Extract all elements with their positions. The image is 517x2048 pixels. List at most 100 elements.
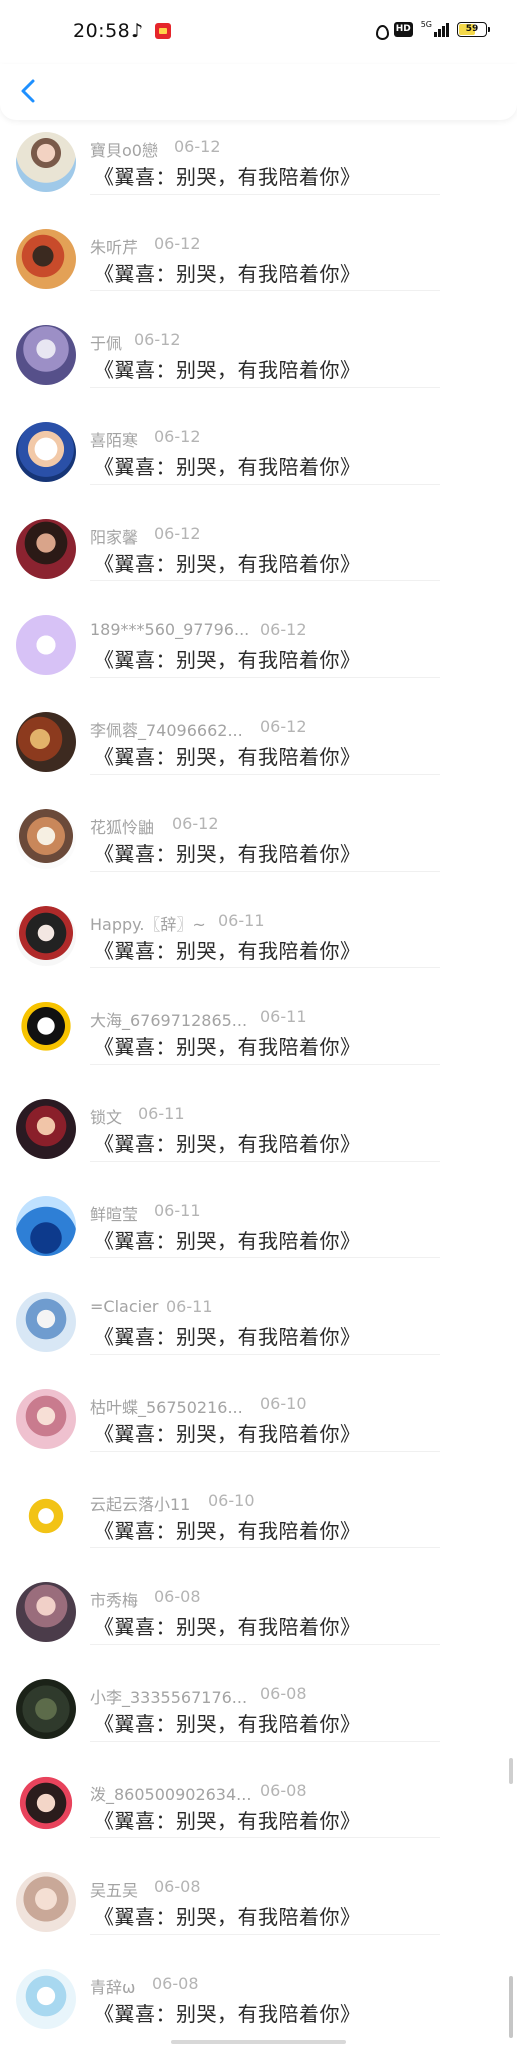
avatar[interactable] <box>16 1872 76 1933</box>
avatar[interactable] <box>16 1002 76 1063</box>
username[interactable]: 寶貝o0戀 <box>90 137 158 161</box>
comment-list[interactable]: 寶貝o0戀 06-12 《翼喜：别哭，有我陪着你》 朱听芹 06-12 《翼喜：别哭，有我… <box>0 97 517 2031</box>
avatar[interactable] <box>16 808 76 869</box>
username[interactable]: 于佩 <box>90 330 122 354</box>
username[interactable]: 喜陌寒 <box>90 427 138 451</box>
username[interactable]: 吴五吴 <box>90 1877 138 1901</box>
avatar[interactable] <box>16 1969 76 2030</box>
avatar[interactable] <box>16 1292 76 1353</box>
comment-text: 《翼喜：别哭，有我陪着你》 <box>94 648 361 673</box>
comment-date: 06-10 <box>208 1490 255 1510</box>
username[interactable]: 189***560_97796... <box>90 620 249 639</box>
username[interactable]: 花狐怜鼬 <box>90 814 154 838</box>
avatar[interactable] <box>16 615 76 676</box>
comment-text: 《翼喜：别哭，有我陪着你》 <box>94 358 361 383</box>
network-label: 5G <box>420 20 432 29</box>
comment-row[interactable]: 阳家馨 06-12 《翼喜：别哭，有我陪着你》 <box>0 483 517 581</box>
comment-row[interactable]: 喜陌寒 06-12 《翼喜：别哭，有我陪着你》 <box>0 387 517 484</box>
comment-row[interactable]: 锁文 06-11 《翼喜：别哭，有我陪着你》 <box>0 1063 517 1161</box>
comment-date: 06-11 <box>218 910 265 930</box>
comment-row[interactable]: 朱听芹 06-12 《翼喜：别哭，有我陪着你》 <box>0 193 517 291</box>
avatar[interactable] <box>16 1388 76 1449</box>
comment-row[interactable]: 于佩 06-12 《翼喜：别哭，有我陪着你》 <box>0 290 517 387</box>
back-button[interactable] <box>14 76 44 106</box>
username[interactable]: 青辞ω <box>90 1974 135 1998</box>
hd-icon: HD <box>393 21 413 37</box>
water-drop-icon <box>375 22 389 40</box>
red-app-icon <box>155 23 171 39</box>
avatar[interactable] <box>16 518 76 579</box>
username[interactable]: 市秀梅 <box>90 1587 138 1611</box>
avatar[interactable] <box>16 1195 76 1256</box>
username[interactable]: 锁文 <box>90 1104 122 1128</box>
avatar[interactable] <box>16 1485 76 1546</box>
avatar[interactable] <box>16 712 76 773</box>
comment-text: 《翼喜：别哭，有我陪着你》 <box>94 1131 361 1156</box>
comment-text: 《翼喜：别哭，有我陪着你》 <box>94 1615 361 1640</box>
comment-text: 《翼喜：别哭，有我陪着你》 <box>94 1325 361 1350</box>
scrollbar-thumb-bottom[interactable] <box>509 1976 513 2038</box>
comment-date: 06-11 <box>138 1103 185 1123</box>
comment-row[interactable]: 花狐怜鼬 06-12 《翼喜：别哭，有我陪着你》 <box>0 773 517 871</box>
comment-row[interactable]: 云起云落小11 06-10 《翼喜：别哭，有我陪着你》 <box>0 1450 517 1548</box>
comment-row[interactable]: 李佩蓉_74096662... 06-12 《翼喜：别哭，有我陪着你》 <box>0 677 517 774</box>
comment-row[interactable]: 青辞ω 06-08 《翼喜：别哭，有我陪着你》 <box>0 1934 517 2031</box>
comment-text: 《翼喜：别哭，有我陪着你》 <box>94 841 361 866</box>
comment-row[interactable]: 189***560_97796... 06-12 《翼喜：别哭，有我陪着你》 <box>0 580 517 677</box>
comment-text: 《翼喜：别哭，有我陪着你》 <box>94 551 361 576</box>
row-divider <box>90 1257 440 1259</box>
username[interactable]: =Clacier <box>90 1297 159 1316</box>
row-divider <box>90 387 440 389</box>
avatar[interactable] <box>16 905 76 966</box>
comment-row[interactable]: 小李_3335567176... 06-08 《翼喜：别哭，有我陪着你》 <box>0 1644 517 1741</box>
row-divider <box>90 1547 440 1549</box>
comment-text: 《翼喜：别哭，有我陪着你》 <box>94 1228 361 1253</box>
username[interactable]: 李佩蓉_74096662... <box>90 717 243 741</box>
comment-row[interactable]: Happy.〖辞〗~ 06-11 《翼喜：别哭，有我陪着你》 <box>0 870 517 968</box>
avatar[interactable] <box>16 1098 76 1159</box>
username[interactable]: 阳家馨 <box>90 524 138 548</box>
comment-row[interactable]: 吴五吴 06-08 《翼喜：别哭，有我陪着你》 <box>0 1837 517 1934</box>
username[interactable]: 云起云落小11 <box>90 1491 190 1515</box>
comment-row[interactable]: 泼_860500902634... 06-08 《翼喜：别哭，有我陪着你》 <box>0 1740 517 1838</box>
comment-row[interactable]: 鲜暄莹 06-11 《翼喜：别哭，有我陪着你》 <box>0 1160 517 1258</box>
username[interactable]: 朱听芹 <box>90 234 138 258</box>
avatar[interactable] <box>16 1679 76 1739</box>
username[interactable]: 泼_860500902634... <box>90 1781 251 1805</box>
comment-date: 06-12 <box>154 427 201 447</box>
avatar[interactable] <box>16 132 76 192</box>
comment-row[interactable]: 枯叶蝶_56750216... 06-10 《翼喜：别哭，有我陪着你》 <box>0 1353 517 1451</box>
chevron-left-icon <box>21 79 35 103</box>
avatar[interactable] <box>16 228 76 289</box>
home-indicator[interactable] <box>171 2040 346 2044</box>
avatar[interactable] <box>16 325 76 386</box>
username[interactable]: 大海_6769712865... <box>90 1007 247 1031</box>
row-divider <box>90 1837 440 1839</box>
comment-row[interactable]: 市秀梅 06-08 《翼喜：别哭，有我陪着你》 <box>0 1547 517 1644</box>
username[interactable]: Happy.〖辞〗~ <box>90 911 206 935</box>
music-note-icon: ♪ <box>131 20 144 42</box>
comment-date: 06-11 <box>260 1007 307 1027</box>
comment-row[interactable]: 大海_6769712865... 06-11 《翼喜：别哭，有我陪着你》 <box>0 967 517 1064</box>
username[interactable]: 枯叶蝶_56750216... <box>90 1394 243 1418</box>
comment-text: 《翼喜：别哭，有我陪着你》 <box>94 1905 361 1930</box>
avatar[interactable] <box>16 1775 76 1836</box>
avatar[interactable] <box>16 1582 76 1643</box>
row-divider <box>90 1353 440 1355</box>
row-divider <box>90 580 440 582</box>
username[interactable]: 鲜暄莹 <box>90 1201 138 1225</box>
scrollbar-thumb[interactable] <box>509 1758 513 1784</box>
row-divider <box>90 1160 440 1162</box>
signal-icon: 5G <box>421 21 449 37</box>
comment-row[interactable]: =Clacier 06-11 《翼喜：别哭，有我陪着你》 <box>0 1257 517 1354</box>
status-bar: 20:58 ♪ HD 5G 59 <box>0 0 517 64</box>
comment-date: 06-08 <box>260 1780 307 1800</box>
avatar[interactable] <box>16 422 76 483</box>
status-time: 20:58 <box>73 20 131 42</box>
comment-date: 06-08 <box>154 1587 201 1607</box>
comment-date: 06-12 <box>134 330 181 350</box>
comment-text: 《翼喜：别哭，有我陪着你》 <box>94 745 361 770</box>
username[interactable]: 小李_3335567176... <box>90 1684 247 1708</box>
row-divider <box>90 1644 440 1645</box>
row-divider <box>90 193 440 195</box>
